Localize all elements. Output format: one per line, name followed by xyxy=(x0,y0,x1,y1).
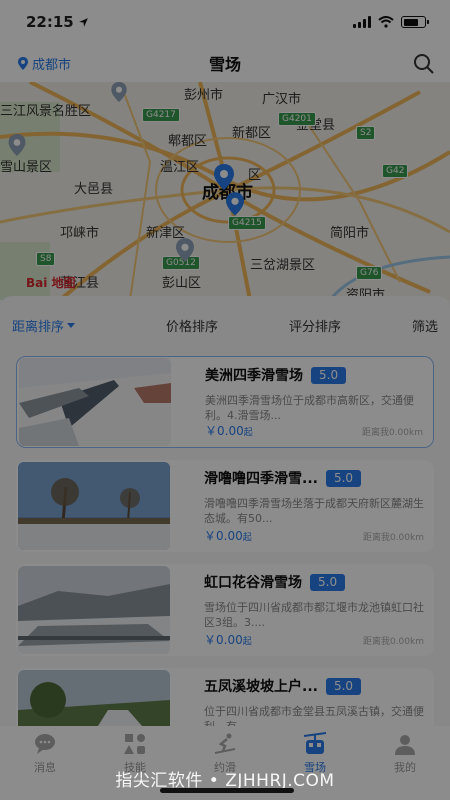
resort-list-panel: 距离排序 价格排序 评分排序 筛选 美洲四季滑雪场 5.0 美洲四季滑雪场位于成… xyxy=(0,296,450,726)
map-label: 三江风景名胜区 xyxy=(0,104,92,119)
city-label: 成都市 xyxy=(32,58,72,73)
resort-distance: 距离我0.00km xyxy=(362,637,424,647)
map-label: 彭州市 xyxy=(184,88,224,103)
resort-name: 美洲四季滑雪场 xyxy=(205,368,303,384)
map-pin-icon[interactable] xyxy=(8,134,26,156)
location-pin-icon xyxy=(18,57,28,70)
resort-card[interactable]: 五凤溪坡坡上户... 5.0 位于四川省成都市金堂县五凤溪古镇，交通便利，有..… xyxy=(16,668,434,726)
map-label: 三岔湖景区 xyxy=(250,258,316,273)
rating-badge: 5.0 xyxy=(311,366,347,384)
page-title: 雪场 xyxy=(208,55,241,74)
map-label: 雪山景区 xyxy=(0,160,53,175)
resort-thumbnail xyxy=(18,670,170,726)
resort-price: ￥0.00起 xyxy=(204,633,252,647)
map-label: 温江区 xyxy=(160,160,200,175)
home-indicator xyxy=(160,788,294,793)
map-label: 彭山区 xyxy=(162,276,202,291)
resort-description: 美洲四季滑雪场位于成都市高新区，交通便利。4.滑雪场... xyxy=(205,394,414,422)
resort-price: ￥0.00起 xyxy=(204,529,252,543)
status-bar: 22:15 xyxy=(0,0,450,44)
road-badge: G4215 xyxy=(228,216,266,230)
map-label: 简阳市 xyxy=(330,226,370,241)
filter-button[interactable]: 筛选 xyxy=(412,316,438,335)
map-view[interactable]: 三江风景名胜区 彭州市 广汉市 郫都区 新都区 金堂县 雪山景区 温江区 区 大… xyxy=(0,82,450,300)
sort-price-button[interactable]: 价格排序 xyxy=(166,316,218,335)
resort-price: ￥0.00起 xyxy=(205,424,253,438)
rating-badge: 5.0 xyxy=(325,469,362,487)
map-label: 郫都区 xyxy=(168,134,208,149)
city-selector[interactable]: 成都市 xyxy=(18,54,71,73)
wifi-icon xyxy=(378,16,394,28)
map-label: 大邑县 xyxy=(74,182,114,197)
sort-distance-button[interactable]: 距离排序 xyxy=(12,316,76,335)
resort-card[interactable]: 美洲四季滑雪场 5.0 美洲四季滑雪场位于成都市高新区，交通便利。4.滑雪场..… xyxy=(16,356,434,448)
road-badge: G4217 xyxy=(142,108,180,122)
skills-icon xyxy=(124,734,145,754)
resort-description: 滑噜噜四季滑雪场坐落于成都天府新区麓湖生态城。有50... xyxy=(204,497,424,525)
map-label: 邛崃市 xyxy=(60,226,100,241)
ski-person-icon xyxy=(214,733,236,754)
signal-icon xyxy=(353,16,371,28)
cable-car-icon xyxy=(303,732,327,754)
status-time: 22:15 xyxy=(26,13,89,31)
dropdown-arrow-icon xyxy=(67,322,76,328)
resort-name: 虹口花谷滑雪场 xyxy=(204,575,302,591)
map-pin-icon[interactable] xyxy=(214,164,234,190)
map-logo: Bai 地图 xyxy=(26,276,76,290)
resort-thumbnail xyxy=(18,462,170,550)
resort-thumbnail xyxy=(19,358,171,446)
road-badge: S8 xyxy=(36,252,56,266)
sort-rating-button[interactable]: 评分排序 xyxy=(289,316,341,335)
resort-distance: 距离我0.00km xyxy=(362,533,424,543)
resort-name: 滑噜噜四季滑雪... xyxy=(204,471,318,487)
chat-icon xyxy=(35,734,55,754)
road-badge: G76 xyxy=(356,266,383,280)
sort-bar: 距离排序 价格排序 评分排序 筛选 xyxy=(0,296,450,354)
map-pin-icon[interactable] xyxy=(110,82,128,102)
nav-bar: 成都市 雪场 xyxy=(0,44,450,82)
profile-icon xyxy=(395,735,415,755)
resort-card[interactable]: 滑噜噜四季滑雪... 5.0 滑噜噜四季滑雪场坐落于成都天府新区麓湖生态城。有5… xyxy=(16,460,434,552)
resort-description: 雪场位于四川省成都市都江堰市龙池镇虹口社区3组。3.... xyxy=(204,601,424,629)
search-icon[interactable] xyxy=(412,52,436,76)
resort-distance: 距离我0.00km xyxy=(361,428,423,438)
map-label: 广汉市 xyxy=(262,92,302,107)
rating-badge: 5.0 xyxy=(310,573,346,591)
resort-card[interactable]: 虹口花谷滑雪场 5.0 雪场位于四川省成都市都江堰市龙池镇虹口社区3组。3...… xyxy=(16,564,434,656)
resort-description: 位于四川省成都市金堂县五凤溪古镇，交通便利，有... xyxy=(204,705,424,726)
road-badge: G4201 xyxy=(278,112,316,126)
map-label: 新都区 xyxy=(232,126,272,141)
map-pin-icon[interactable] xyxy=(226,192,244,216)
rating-badge: 5.0 xyxy=(325,677,362,695)
map-pin-icon[interactable] xyxy=(176,238,194,262)
road-badge: S2 xyxy=(356,126,376,140)
location-arrow-icon xyxy=(78,17,88,27)
battery-icon xyxy=(401,16,429,28)
road-badge: G42 xyxy=(382,164,409,178)
resort-name: 五凤溪坡坡上户... xyxy=(204,679,318,695)
resort-thumbnail xyxy=(18,566,170,654)
